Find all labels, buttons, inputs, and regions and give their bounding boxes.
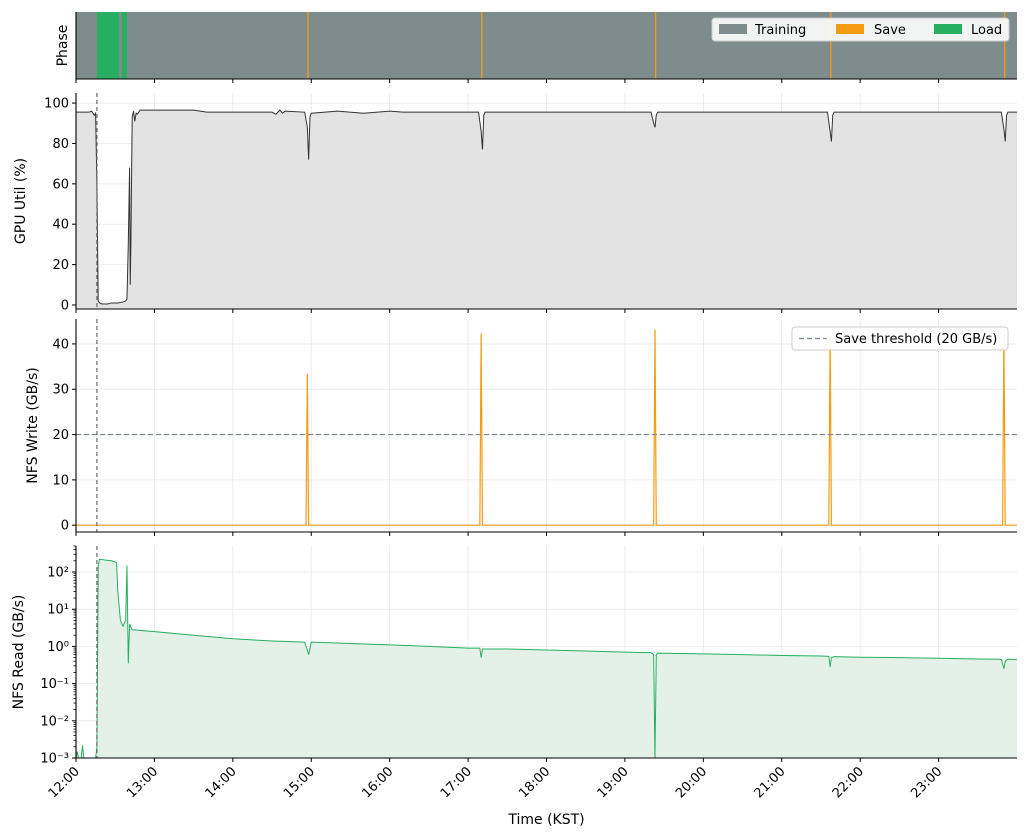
gpu-util-area [76, 110, 1017, 309]
y-tick-label: 40 [52, 337, 69, 352]
panel-3-x-ticks [75, 758, 940, 762]
phase-legend: Training Save Load [711, 17, 1010, 42]
y-axis-label: Phase [55, 25, 71, 67]
y-tick-label: 10⁻² [40, 714, 69, 729]
y-tick-label: 80 [52, 137, 69, 152]
phase-load-segment [96, 12, 120, 79]
y-tick-label: 10 [52, 473, 69, 488]
legend-swatch [719, 24, 747, 34]
y-tick-label: 0 [61, 298, 69, 313]
legend-label: Save threshold (20 GB/s) [835, 332, 997, 347]
phase-save-segment [481, 12, 483, 79]
y-axis-label: NFS Write (GB/s) [25, 367, 41, 483]
x-tick-label: 13:00 [124, 764, 161, 801]
x-tick-label: 16:00 [359, 764, 396, 801]
panel-0-x-ticks [75, 79, 940, 83]
y-tick-label: 10² [47, 566, 69, 581]
y-tick-label: 0 [61, 519, 69, 534]
panel-2-x-ticks [75, 532, 940, 536]
panel-1-y-ticks: 0 20 40 60 80 100 [44, 97, 76, 313]
y-tick-label: 10⁻¹ [40, 677, 69, 692]
y-tick-label: 40 [52, 218, 69, 233]
x-tick-labels: 12:00 13:00 14:00 15:00 16:00 17:00 18:00 19:00… [46, 764, 946, 801]
y-tick-label: 10⁰ [47, 640, 69, 655]
x-tick-label: 19:00 [595, 764, 632, 801]
x-tick-label: 15:00 [281, 764, 318, 801]
x-axis-label: Time (KST) [507, 812, 584, 828]
panel-1-x-ticks [75, 309, 940, 313]
phase-load-segment [121, 12, 127, 79]
legend-label: Load [971, 23, 1002, 38]
y-tick-label: 20 [52, 428, 69, 443]
legend-swatch [934, 24, 962, 34]
x-tick-label: 14:00 [203, 764, 240, 801]
legend-label: Save [874, 23, 906, 38]
phase-save-segment [307, 12, 309, 79]
x-tick-label: 23:00 [908, 764, 945, 801]
x-tick-label: 22:00 [830, 764, 867, 801]
y-tick-label: 20 [52, 258, 69, 273]
panel-2-y-ticks: 0 10 20 30 40 [52, 337, 76, 534]
y-tick-label: 10⁻³ [40, 752, 69, 767]
threshold-legend: Save threshold (20 GB/s) [791, 326, 1009, 351]
y-tick-label: 30 [52, 383, 69, 398]
panel-3-y-ticks: 10⁻³ 10⁻² 10⁻¹ 10⁰ 10¹ 10² [40, 566, 76, 767]
y-tick-label: 60 [52, 177, 69, 192]
y-tick-label: 10¹ [47, 603, 69, 618]
x-tick-label: 18:00 [516, 764, 553, 801]
x-tick-label: 12:00 [46, 764, 83, 801]
legend-label: Training [754, 23, 806, 38]
metrics-chart: Phase Training Save Load020406080100GPU Uti… [11, 12, 1018, 828]
x-tick-label: 21:00 [751, 764, 788, 801]
phase-save-segment [654, 12, 657, 79]
y-tick-label: 100 [44, 97, 69, 112]
x-tick-label: 17:00 [438, 764, 475, 801]
legend-swatch [836, 24, 864, 34]
panel-2-grid [75, 319, 1017, 532]
y-axis-label: GPU Util (%) [13, 158, 29, 244]
y-axis-label: NFS Read (GB/s) [11, 595, 27, 710]
x-tick-label: 20:00 [673, 764, 710, 801]
